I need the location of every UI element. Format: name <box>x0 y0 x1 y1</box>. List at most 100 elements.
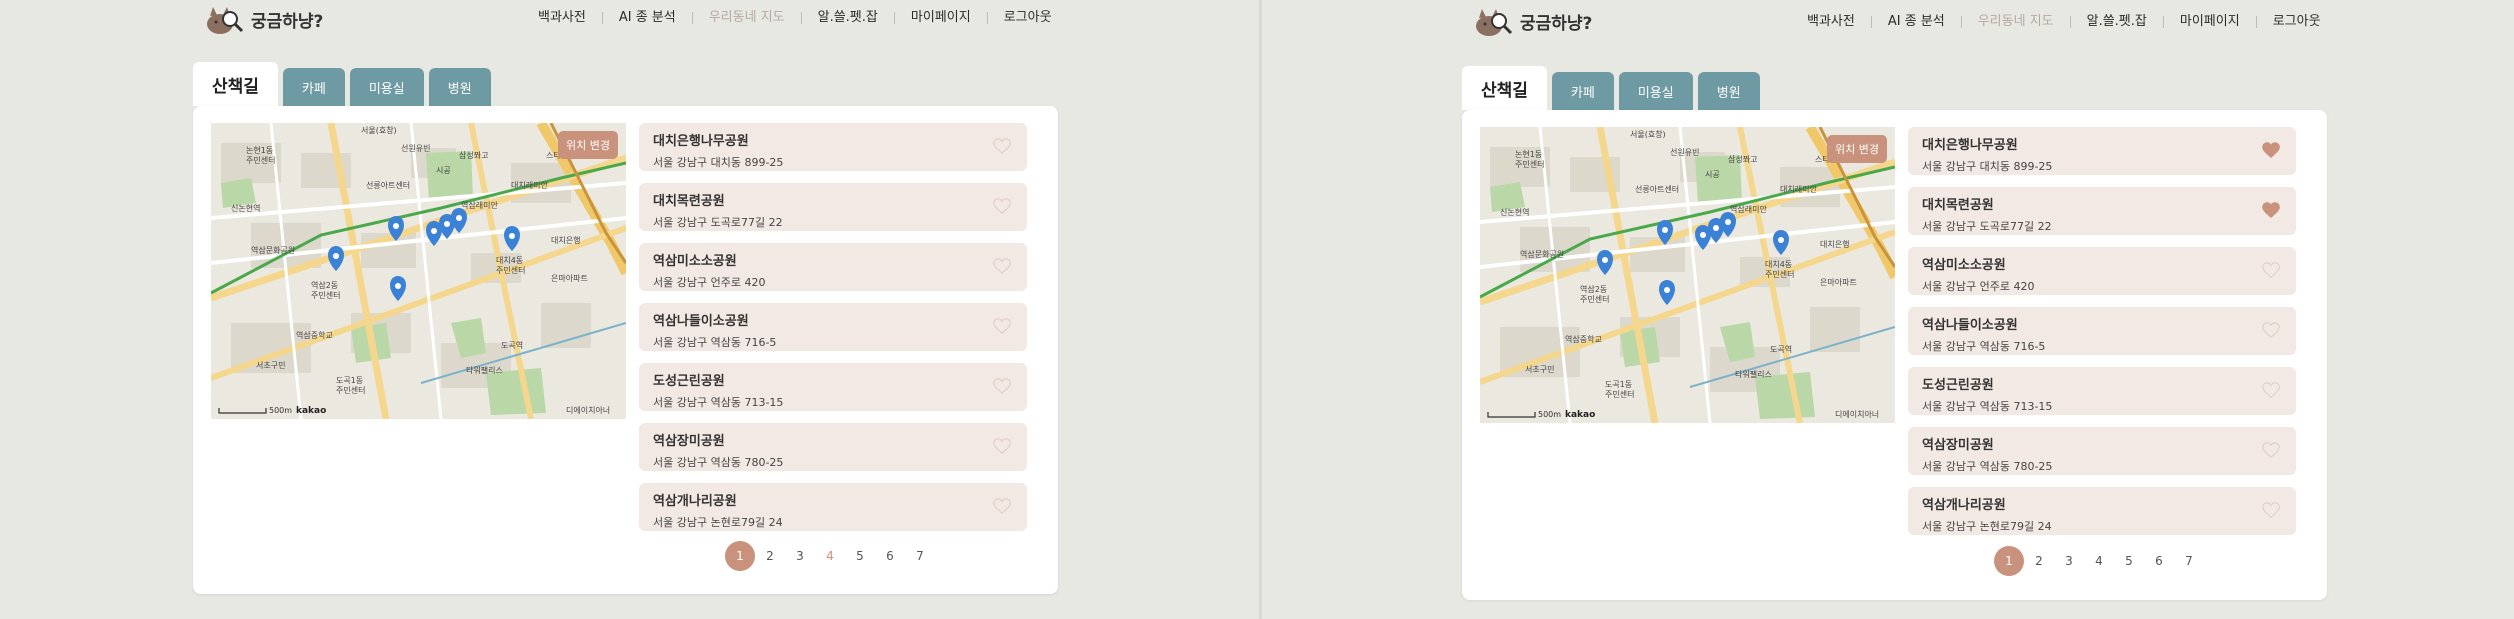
map-label: 서초구민 <box>1525 364 1554 374</box>
map-label: 주민센터 <box>311 290 340 300</box>
map-label: 논현1동 <box>246 146 273 155</box>
nav-encyclopedia[interactable]: 백과사전 <box>522 11 602 24</box>
nav-ai-analysis[interactable]: AI 종 분석 <box>601 11 692 24</box>
page-button[interactable]: 4 <box>815 541 845 571</box>
map-label: 대치래미안 <box>1780 184 1817 194</box>
place-address: 서울 강남구 언주로 420 <box>1922 280 2035 293</box>
map-label: 역삼문화공원 <box>1520 249 1564 259</box>
page-button[interactable]: 1 <box>725 541 755 571</box>
heart-outline-icon[interactable] <box>993 318 1011 334</box>
tab-walk-trail[interactable]: 산책길 <box>193 62 278 106</box>
place-card[interactable]: 대치목련공원 서울 강남구 도곡로77길 22 <box>1908 187 2296 235</box>
page-button[interactable]: 7 <box>905 541 935 571</box>
heart-outline-icon[interactable] <box>993 258 1011 274</box>
heart-outline-icon[interactable] <box>2262 262 2280 278</box>
nav-ai-analysis[interactable]: AI 종 분석 <box>1870 15 1961 28</box>
place-card[interactable]: 역삼미소소공원 서울 강남구 언주로 420 <box>1908 247 2296 295</box>
right-pane: 궁금하냥? 백과사전 AI 종 분석 우리동네 지도 알.쓸.펫.잡 마이페이지… <box>1262 0 2514 619</box>
nav-pet-jobs[interactable]: 알.쓸.펫.잡 <box>2069 15 2163 28</box>
place-card[interactable]: 역삼개나리공원 서울 강남구 논현로79길 24 <box>1908 487 2296 535</box>
heart-outline-icon[interactable] <box>2262 322 2280 338</box>
map-label: 역삼2동 <box>1580 284 1607 294</box>
nav-pet-jobs[interactable]: 알.쓸.펫.잡 <box>800 11 894 24</box>
heart-filled-icon[interactable] <box>2262 202 2280 218</box>
heart-outline-icon[interactable] <box>2262 382 2280 398</box>
page-button[interactable]: 4 <box>2084 546 2114 576</box>
place-card[interactable]: 대치목련공원서울 강남구 도곡로77길 22 <box>639 183 1027 231</box>
map-label: 도곡1동 <box>336 376 363 385</box>
place-card[interactable]: 도성근린공원 서울 강남구 역삼동 713-15 <box>639 363 1027 411</box>
heart-outline-icon[interactable] <box>993 198 1011 214</box>
page-button[interactable]: 7 <box>2174 546 2204 576</box>
heart-outline-icon[interactable] <box>993 498 1011 514</box>
tab-salon[interactable]: 미용실 <box>1618 72 1693 110</box>
place-name: 도성근린공원 <box>1922 378 1994 393</box>
nav-encyclopedia[interactable]: 백과사전 <box>1791 15 1871 28</box>
heart-outline-icon[interactable] <box>993 378 1011 394</box>
logo[interactable]: 궁금하냥? <box>1474 4 1592 38</box>
map-label: 타워팰리스 <box>466 365 503 375</box>
page-button[interactable]: 1 <box>1994 546 2024 576</box>
place-card[interactable]: 역삼나들이소공원 서울 강남구 역삼동 716-5 <box>1908 307 2296 355</box>
tab-walk-trail[interactable]: 산책길 <box>1462 66 1547 110</box>
pagination: 1234567 <box>1994 546 2204 576</box>
place-card[interactable]: 도성근린공원 서울 강남구 역삼동 713-15 <box>1908 367 2296 415</box>
category-tabs: 산책길 카페 미용실 병원 <box>1462 66 1760 110</box>
place-name: 역삼개나리공원 <box>653 494 737 509</box>
main-nav: 백과사전 AI 종 분석 우리동네 지도 알.쓸.펫.잡 마이페이지 로그아웃 <box>522 11 1068 24</box>
place-card[interactable]: 역삼미소소공원 서울 강남구 언주로 420 <box>639 243 1027 291</box>
page-button[interactable]: 5 <box>845 541 875 571</box>
heart-outline-icon[interactable] <box>993 438 1011 454</box>
nav-logout[interactable]: 로그아웃 <box>2255 15 2337 28</box>
map[interactable]: 서울(효창) 선원유빈 삼성쫘고 스타필드 논현1동 주민센터 시공 대치래미안… <box>211 123 626 419</box>
map-label: 대치은행 <box>551 235 580 245</box>
place-address: 서울 강남구 도곡로77길 22 <box>1922 220 2052 233</box>
place-address: 서울 강남구 도곡로77길 22 <box>653 216 783 229</box>
map-label: 디에이치아너 <box>1835 409 1879 419</box>
page-button[interactable]: 5 <box>2114 546 2144 576</box>
tab-hospital[interactable]: 병원 <box>1697 72 1760 110</box>
nav-neighborhood-map[interactable]: 우리동네 지도 <box>1960 15 2070 28</box>
place-list: 대치은행나무공원 서울 강남구 대치동 899-25 대치목련공원서울 강남구 도곡… <box>639 123 1027 543</box>
change-location-button[interactable]: 위치 변경 <box>558 131 618 159</box>
page-button[interactable]: 3 <box>785 541 815 571</box>
nav-mypage[interactable]: 마이페이지 <box>2162 15 2256 28</box>
logo[interactable]: 궁금하냥? <box>205 2 323 36</box>
place-card[interactable]: 역삼장미공원서울 강남구 역삼동 780-25 <box>639 423 1027 471</box>
page-button[interactable]: 6 <box>875 541 905 571</box>
map-label: 주민센터 <box>1605 389 1634 399</box>
nav-logout[interactable]: 로그아웃 <box>986 11 1068 24</box>
place-card[interactable]: 역삼나들이소공원 서울 강남구 역삼동 716-5 <box>639 303 1027 351</box>
heart-outline-icon[interactable] <box>2262 442 2280 458</box>
heart-outline-icon[interactable] <box>993 138 1011 154</box>
map-label: 대치4동 <box>1765 260 1792 269</box>
tab-salon[interactable]: 미용실 <box>349 68 424 106</box>
heart-outline-icon[interactable] <box>2262 502 2280 518</box>
place-address: 서울 강남구 역삼동 780-25 <box>653 456 784 469</box>
place-card[interactable]: 역삼장미공원 서울 강남구 역삼동 780-25 <box>1908 427 2296 475</box>
place-name: 역삼나들이소공원 <box>653 314 749 329</box>
page-button[interactable]: 2 <box>755 541 785 571</box>
map-brand-label: kakao <box>296 406 326 416</box>
place-card[interactable]: 역삼개나리공원 서울 강남구 논현로79길 24 <box>639 483 1027 531</box>
place-card[interactable]: 대치은행나무공원 서울 강남구 대치동 899-25 <box>1908 127 2296 175</box>
nav-mypage[interactable]: 마이페이지 <box>893 11 987 24</box>
map-label: 역삼중학교 <box>296 330 333 340</box>
map-label: 선원유빈 <box>401 144 430 153</box>
page-button[interactable]: 6 <box>2144 546 2174 576</box>
map-label: 은마아파트 <box>1820 277 1857 287</box>
place-name: 역삼장미공원 <box>653 434 725 449</box>
change-location-button[interactable]: 위치 변경 <box>1827 135 1887 163</box>
map[interactable]: 서울(효창) 선원유빈 삼성쫘고 스타필드 논현1동 주민센터 시공 대치래미안… <box>1480 127 1895 423</box>
place-card[interactable]: 대치은행나무공원 서울 강남구 대치동 899-25 <box>639 123 1027 171</box>
tab-hospital[interactable]: 병원 <box>428 68 491 106</box>
tab-cafe[interactable]: 카페 <box>1551 72 1614 110</box>
header: 궁금하냥? 백과사전 AI 종 분석 우리동네 지도 알.쓸.펫.잡 마이페이지… <box>0 0 1259 40</box>
place-name: 대치목련공원 <box>653 194 725 209</box>
nav-neighborhood-map[interactable]: 우리동네 지도 <box>691 11 801 24</box>
heart-filled-icon[interactable] <box>2262 142 2280 158</box>
page-button[interactable]: 2 <box>2024 546 2054 576</box>
tab-cafe[interactable]: 카페 <box>282 68 345 106</box>
page-button[interactable]: 3 <box>2054 546 2084 576</box>
place-address: 서울 강남구 대치동 899-25 <box>1922 160 2053 173</box>
